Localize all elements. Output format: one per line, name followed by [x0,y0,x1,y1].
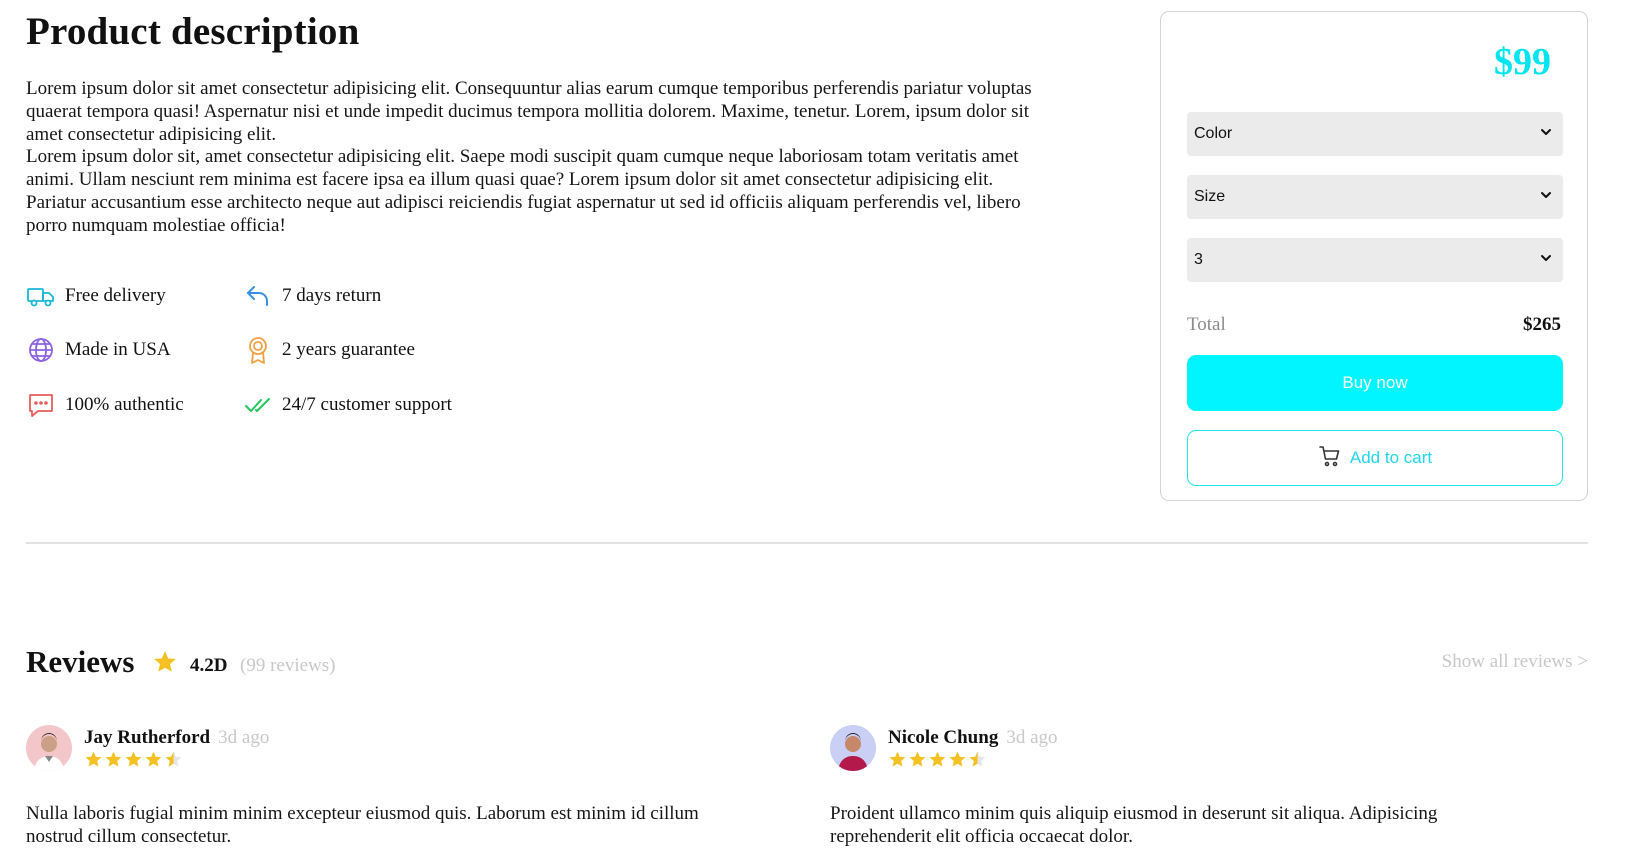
color-select-value: Color [1194,125,1233,142]
review-text: Proident ullamco minim quis aliquip eius… [830,803,1438,847]
feature-label: 7 days return [282,285,382,306]
star-icon [85,751,102,767]
purchase-card: $99 Color Size 3 Total $265 Buy now Add … [1160,11,1588,501]
feature-label: 100% authentic [65,394,184,415]
quantity-select-value: 3 [1194,251,1203,268]
half-star-icon [969,751,986,767]
page-title: Product description [26,10,360,53]
avatar [830,725,876,771]
size-select-value: Size [1194,188,1226,205]
star-icon [152,649,178,675]
message-dots-icon [26,390,56,420]
buy-now-button[interactable]: Buy now [1187,355,1563,411]
average-rating: 4.2D [190,655,228,676]
add-to-cart-label: Add to cart [1349,448,1433,467]
star-icon [125,751,142,767]
feature-label: 24/7 customer support [282,394,452,415]
star-icon [889,751,906,767]
total-label: Total [1187,314,1226,335]
star-rating [84,750,184,769]
avatar [26,725,72,771]
feature-label: Made in USA [65,339,171,360]
feature-guarantee: 2 years guarantee [243,335,415,365]
return-arrow-icon [243,281,273,311]
show-all-reviews-link[interactable]: Show all reviews > [1442,651,1588,673]
description-paragraph: Lorem ipsum dolor sit amet consectetur a… [26,78,1032,145]
feature-label: 2 years guarantee [282,339,415,360]
star-icon [929,751,946,767]
half-star-icon [165,751,182,767]
reviews-title: Reviews [26,644,135,679]
star-icon [145,751,162,767]
total-value: $265 [1523,314,1561,335]
feature-label: Free delivery [65,285,166,306]
add-to-cart-button[interactable]: Add to cart [1187,430,1563,486]
description-paragraph: Lorem ipsum dolor sit, amet consectetur … [26,146,1021,236]
reviewer-name: Jay Rutherford [84,727,211,748]
globe-icon [26,335,56,365]
color-select[interactable]: Color [1187,112,1563,156]
cart-icon [1318,444,1350,473]
reviewer-name: Nicole Chung [888,727,999,748]
feature-made-in-usa: Made in USA [26,335,171,365]
review-time: 3d ago [1006,727,1058,748]
size-select[interactable]: Size [1187,175,1563,219]
review-time: 3d ago [218,727,270,748]
chevron-down-icon [1539,251,1553,270]
chevron-down-icon [1539,125,1553,144]
feature-support: 24/7 customer support [243,390,452,420]
feature-return: 7 days return [243,281,381,311]
award-icon [243,335,273,365]
star-icon [949,751,966,767]
chevron-down-icon [1539,188,1553,207]
star-icon [909,751,926,767]
double-check-icon [243,390,273,420]
product-description: Lorem ipsum dolor sit amet consectetur a… [26,78,1036,238]
quantity-select[interactable]: 3 [1187,238,1563,282]
review-text: Nulla laboris fugial minim minim excepte… [26,803,699,847]
star-rating [888,750,988,769]
price: $99 [1494,41,1551,83]
review-count: (99 reviews) [240,655,336,676]
star-icon [105,751,122,767]
truck-icon [26,281,56,311]
feature-free-delivery: Free delivery [26,281,166,311]
feature-authentic: 100% authentic [26,390,184,420]
buy-now-label: Buy now [1342,373,1408,392]
section-divider [26,542,1588,544]
